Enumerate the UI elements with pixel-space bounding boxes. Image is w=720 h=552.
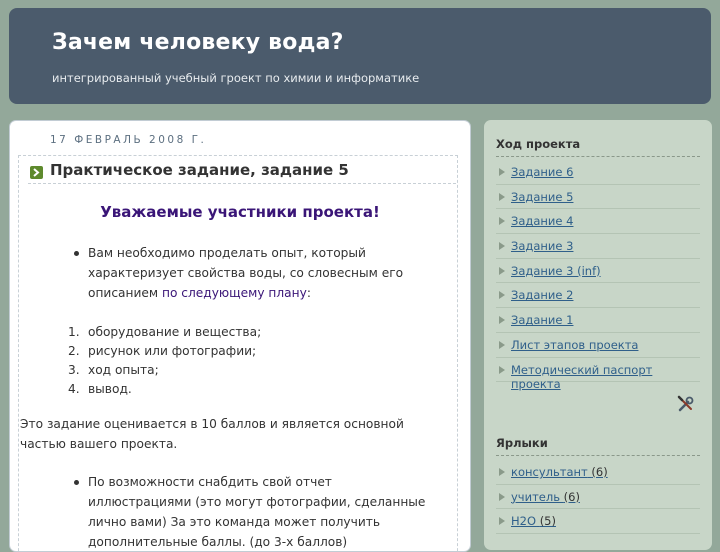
sidebar-arrow-icon bbox=[499, 217, 505, 226]
bonus-item: По возможности снабдить свой отчет иллюс… bbox=[50, 472, 435, 551]
step-item: 4. вывод. bbox=[68, 382, 132, 396]
progress-links: Задание 6 Задание 5 Задание 4 Задание 3 … bbox=[496, 160, 700, 391]
sidebar-item: Задание 5 bbox=[496, 185, 700, 210]
sidebar-link-task-3-inf[interactable]: Задание 3 (inf) bbox=[511, 264, 601, 278]
sidebar-arrow-icon bbox=[499, 517, 505, 526]
label-item: учитель (6) bbox=[496, 485, 700, 510]
sidebar-item: Задание 3 bbox=[496, 234, 700, 259]
intro-item: Вам необходимо проделать опыт, который х… bbox=[50, 243, 435, 303]
sidebar-progress-heading: Ход проекта bbox=[496, 137, 700, 157]
intro-end: : bbox=[306, 286, 311, 300]
sidebar-link-task-4[interactable]: Задание 4 bbox=[511, 214, 573, 228]
steps-list: 1. оборудование и вещества; 2. рисунок или… bbox=[50, 322, 435, 398]
sidebar-link-task-6[interactable]: Задание 6 bbox=[511, 165, 573, 179]
label-link-consultant[interactable]: консультант (6) bbox=[511, 465, 608, 479]
sidebar-item: Задание 4 bbox=[496, 209, 700, 235]
sidebar-item: Задание 6 bbox=[496, 160, 700, 185]
step-item: 3. ход опыта; bbox=[68, 363, 159, 377]
sidebar-arrow-icon bbox=[499, 192, 505, 201]
title-divider bbox=[28, 183, 456, 184]
sidebar-arrow-icon bbox=[499, 492, 505, 501]
label-item: консультант (6) bbox=[496, 460, 700, 485]
label-item: H2O (5) bbox=[496, 509, 700, 535]
intro-list: Вам необходимо проделать опыт, который х… bbox=[50, 243, 435, 303]
sidebar: Ход проекта Задание 6 Задание 5 Задание … bbox=[484, 120, 712, 550]
sidebar-item: Методический паспорт проекта bbox=[496, 358, 700, 391]
sidebar-item: Задание 1 bbox=[496, 308, 700, 333]
sidebar-arrow-icon bbox=[499, 340, 505, 349]
post-title[interactable]: Практическое задание, задание 5 bbox=[50, 161, 349, 179]
bonus-text: По возможности снабдить свой отчет иллюс… bbox=[88, 475, 426, 549]
post-headline: Уважаемые участники проекта! bbox=[100, 203, 380, 221]
step-item: 1. оборудование и вещества; bbox=[68, 325, 262, 339]
sidebar-arrow-icon bbox=[499, 242, 505, 251]
step-item: 2. рисунок или фотографии; bbox=[68, 344, 257, 358]
post-date: 17 ФЕВРАЛЬ 2008 Г. bbox=[50, 134, 207, 146]
sidebar-link-task-3[interactable]: Задание 3 bbox=[511, 239, 573, 253]
bonus-list: По возможности снабдить свой отчет иллюс… bbox=[50, 472, 435, 551]
sidebar-arrow-icon bbox=[499, 291, 505, 300]
sidebar-link-methodical-passport[interactable]: Методический паспорт проекта bbox=[511, 363, 700, 391]
post-arrow-icon bbox=[30, 166, 43, 179]
bullet-dot bbox=[74, 480, 79, 485]
post-title-row: Практическое задание, задание 5 bbox=[30, 161, 450, 183]
main-column: 17 ФЕВРАЛЬ 2008 Г. Практическое задание,… bbox=[9, 120, 471, 552]
bullet-dot bbox=[74, 251, 79, 256]
sidebar-item: Лист этапов проекта bbox=[496, 333, 700, 358]
sidebar-arrow-icon bbox=[499, 365, 505, 374]
sidebar-labels-heading: Ярлыки bbox=[496, 436, 700, 456]
sidebar-arrow-icon bbox=[499, 266, 505, 275]
label-link-teacher[interactable]: учитель (6) bbox=[511, 490, 580, 504]
sidebar-item: Задание 3 (inf) bbox=[496, 259, 700, 284]
blog-header: Зачем человеку вода? интегрированный уче… bbox=[9, 8, 711, 104]
sidebar-link-stages-sheet[interactable]: Лист этапов проекта bbox=[511, 338, 638, 352]
sidebar-link-task-5[interactable]: Задание 5 bbox=[511, 190, 573, 204]
blog-title[interactable]: Зачем человеку вода? bbox=[52, 30, 344, 55]
label-link-h2o[interactable]: H2O (5) bbox=[511, 514, 556, 528]
sidebar-arrow-icon bbox=[499, 168, 505, 176]
sidebar-link-task-2[interactable]: Задание 2 bbox=[511, 288, 573, 302]
plan-link: по следующему плану bbox=[161, 286, 307, 300]
sidebar-item: Задание 2 bbox=[496, 283, 700, 309]
labels-list: консультант (6) учитель (6) H2O (5) bbox=[496, 460, 700, 535]
tools-icon[interactable] bbox=[677, 395, 695, 413]
scoring-text: Это задание оценивается в 10 баллов и яв… bbox=[20, 417, 404, 451]
blog-description: интегрированный учебный гроект по химии … bbox=[52, 71, 420, 85]
post-body: Вам необходимо проделать опыт, который х… bbox=[20, 243, 435, 551]
sidebar-arrow-icon bbox=[499, 468, 505, 476]
sidebar-arrow-icon bbox=[499, 316, 505, 325]
sidebar-link-task-1[interactable]: Задание 1 bbox=[511, 313, 573, 327]
